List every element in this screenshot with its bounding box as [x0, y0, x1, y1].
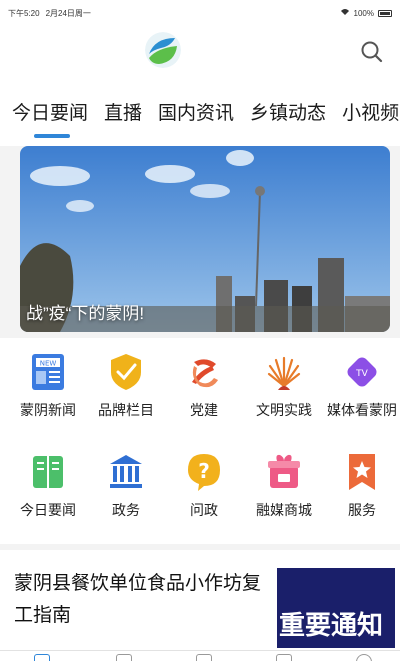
wifi-icon	[340, 8, 350, 18]
bookmark-star-icon	[349, 454, 375, 490]
tab-today-news[interactable]: 今日要闻	[12, 80, 88, 138]
service-nav-icon[interactable]	[196, 654, 212, 661]
grid-label: 党建	[190, 402, 218, 418]
grid-label: 政务	[112, 502, 140, 518]
grid-item-mengyin-news[interactable]: NEW 蒙阴新闻	[8, 352, 88, 420]
grid-item-media-mall[interactable]: 融媒商城	[244, 452, 324, 520]
banner-section: 战”疫“下的蒙阴!	[0, 146, 400, 332]
message-nav-icon[interactable]	[276, 654, 292, 661]
sunburst-icon	[267, 356, 301, 390]
gift-box-icon	[268, 454, 300, 488]
status-time: 下午5:20	[8, 8, 40, 18]
tab-town-updates[interactable]: 乡镇动态	[250, 80, 326, 125]
svg-text:?: ?	[198, 459, 210, 483]
party-emblem-icon	[192, 359, 218, 388]
status-date: 2月24日周一	[45, 8, 91, 18]
svg-text:NEW: NEW	[40, 360, 57, 368]
government-building-icon	[110, 455, 142, 488]
battery-icon	[378, 9, 392, 17]
banner-slide[interactable]: 战”疫“下的蒙阴!	[20, 146, 390, 332]
grid-label: 品牌栏目	[98, 402, 154, 418]
thumbnail-text: 重要通知	[279, 610, 384, 640]
tab-domestic-news[interactable]: 国内资讯	[158, 80, 234, 125]
app-logo-icon	[145, 32, 181, 68]
tab-short-video[interactable]: 小视频	[342, 80, 399, 125]
profile-nav-icon[interactable]	[356, 654, 372, 661]
newspaper-icon: NEW	[32, 354, 64, 390]
battery-percent: 100%	[353, 8, 374, 18]
svg-text:TV: TV	[355, 369, 368, 379]
feature-grid: NEW 蒙阴新闻 品牌栏目 党建 文明实践 TV 媒体看蒙阴 今日要闻 政务 ?…	[0, 338, 400, 544]
grid-label: 蒙阴新闻	[20, 402, 76, 418]
grid-item-media-view-mengyin[interactable]: TV 媒体看蒙阴	[322, 352, 400, 420]
grid-item-brand-columns[interactable]: 品牌栏目	[86, 352, 166, 420]
bottom-navigation	[0, 650, 400, 661]
shield-check-icon	[111, 354, 141, 390]
grid-item-services[interactable]: 服务	[322, 452, 400, 520]
status-bar: 下午5:20 2月24日周一 100%	[0, 0, 400, 26]
tab-live[interactable]: 直播	[104, 80, 142, 125]
grid-label: 问政	[190, 502, 218, 518]
search-icon[interactable]	[360, 40, 384, 64]
news-item-thumbnail[interactable]: 重要通知	[277, 568, 395, 648]
grid-item-ask-government[interactable]: ? 问政	[164, 452, 244, 520]
grid-label: 今日要闻	[20, 502, 76, 518]
grid-label: 服务	[348, 502, 376, 518]
news-item-title[interactable]: 蒙阴县餐饮单位食品小作坊复工指南	[14, 568, 272, 632]
grid-item-civilization-practice[interactable]: 文明实践	[244, 352, 324, 420]
banner-caption: 战”疫“下的蒙阴!	[26, 304, 145, 323]
app-header	[0, 26, 400, 80]
news-list: 蒙阴县餐饮单位食品小作坊复工指南 重要通知	[0, 550, 400, 650]
grid-label: 媒体看蒙阴	[327, 402, 397, 418]
question-bubble-icon: ?	[188, 454, 220, 491]
book-icon	[33, 456, 63, 488]
category-tabs: 今日要闻 直播 国内资讯 乡镇动态 小视频	[0, 80, 400, 146]
grid-item-today-news[interactable]: 今日要闻	[8, 452, 88, 520]
app-screen: 下午5:20 2月24日周一 100% 今日要闻 直播 国内资讯 乡镇动态 小视…	[0, 0, 400, 661]
grid-item-party-building[interactable]: 党建	[164, 352, 244, 420]
tv-badge-icon: TV	[347, 357, 377, 387]
grid-label: 文明实践	[256, 402, 312, 418]
grid-label: 融媒商城	[256, 502, 312, 518]
home-nav-icon[interactable]	[34, 654, 50, 661]
video-nav-icon[interactable]	[116, 654, 132, 661]
grid-item-government-affairs[interactable]: 政务	[86, 452, 166, 520]
